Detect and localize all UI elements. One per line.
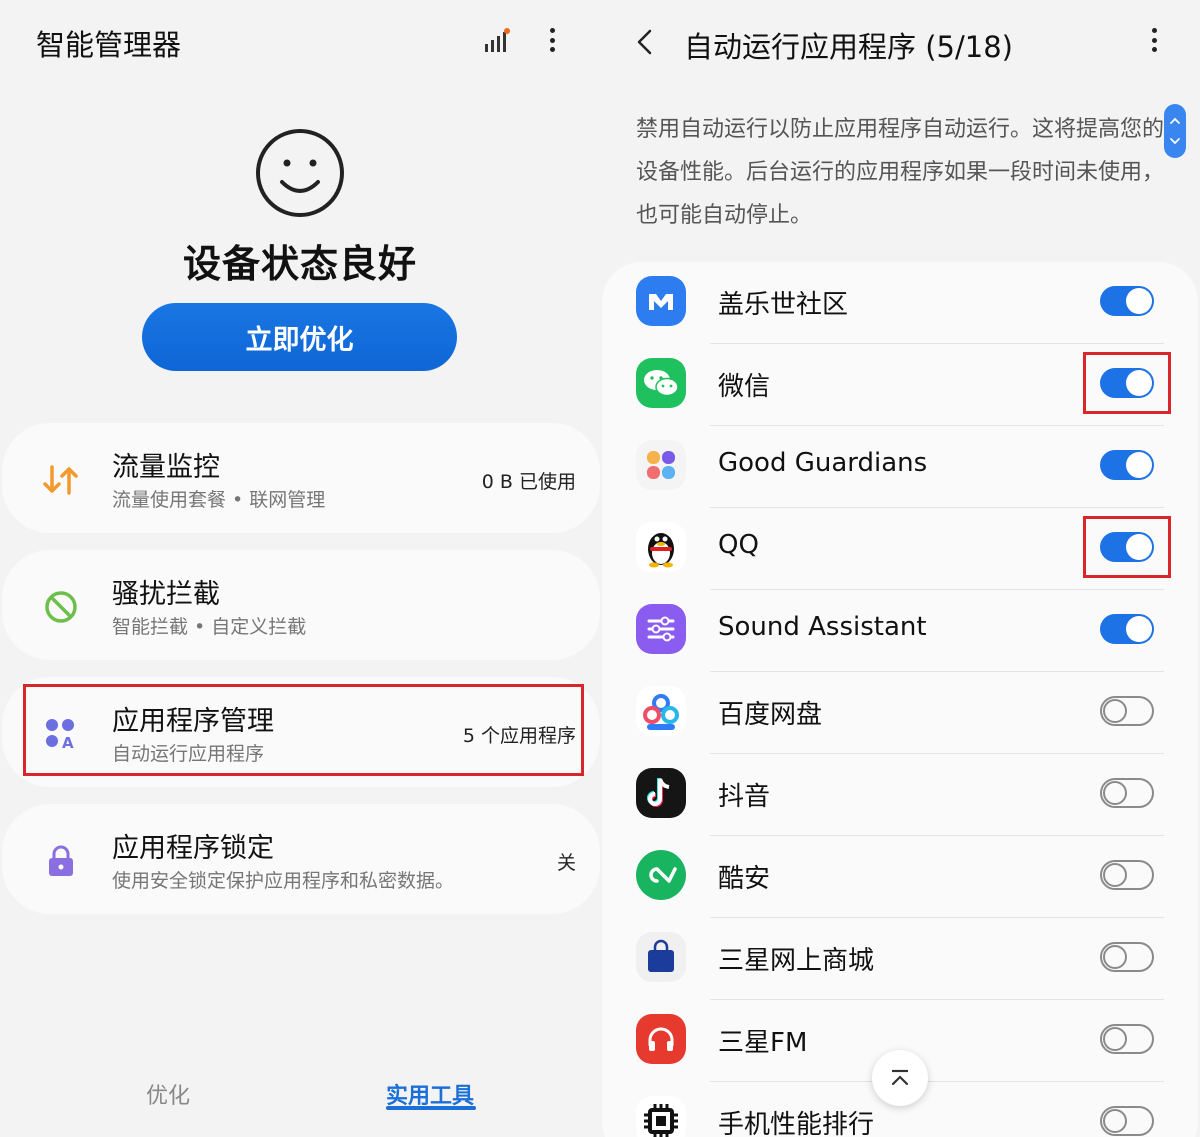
list-item[interactable]: 酷安 — [602, 836, 1198, 918]
list-item[interactable]: 百度网盘 — [602, 672, 1198, 754]
active-tab-indicator — [386, 1106, 476, 1110]
chip-icon — [636, 1096, 686, 1137]
more-options-icon[interactable] — [538, 24, 566, 60]
app-name: 百度网盘 — [718, 700, 823, 730]
smiley-face-icon — [255, 128, 345, 222]
app-name: Good Guardians — [718, 448, 928, 478]
app-name: 抖音 — [718, 782, 771, 812]
lock-icon — [40, 840, 82, 882]
data-arrows-icon — [40, 459, 82, 501]
autorun-toggle[interactable] — [1100, 860, 1154, 890]
spam-block-card[interactable]: 骚扰拦截 智能拦截 • 自定义拦截 — [2, 550, 600, 660]
data-monitor-card[interactable]: 流量监控 流量使用套餐 • 联网管理 0 B 已使用 — [2, 423, 600, 533]
list-item[interactable]: 盖乐世社区 — [602, 262, 1198, 344]
description-text: 禁用自动运行以防止应用程序自动运行。这将提高您的设备性能。后台运行的应用程序如果… — [636, 117, 1165, 228]
app-name: 三星FM — [718, 1028, 808, 1058]
highlight-box — [1083, 352, 1171, 414]
card-title: 应用程序锁定 — [112, 833, 274, 864]
douyin-icon — [636, 768, 686, 818]
card-subtitle: 使用安全锁定保护应用程序和私密数据。 — [112, 870, 455, 892]
app-name: QQ — [718, 530, 759, 560]
autorun-toggle[interactable] — [1100, 1024, 1154, 1054]
autorun-toggle[interactable] — [1100, 450, 1154, 480]
page-title: 自动运行应用程序 (5/18) — [684, 30, 1013, 64]
app-name: 盖乐世社区 — [718, 290, 849, 320]
signal-stats-icon[interactable] — [482, 28, 510, 54]
app-lock-card[interactable]: 应用程序锁定 使用安全锁定保护应用程序和私密数据。 关 — [2, 804, 600, 914]
sliders-icon — [636, 604, 686, 654]
scroll-indicator-icon[interactable] — [1164, 104, 1186, 158]
card-subtitle: 流量使用套餐 • 联网管理 — [112, 489, 326, 511]
app-name: 酷安 — [718, 864, 771, 894]
scroll-to-top-button[interactable] — [872, 1050, 928, 1106]
autorun-toggle[interactable] — [1100, 778, 1154, 808]
app-name: 三星网上商城 — [718, 946, 875, 976]
back-arrow-icon[interactable] — [634, 28, 656, 56]
smart-manager-panel: 智能管理器 设备状态良好 立即优化 流量监控 流量使用套餐 • 联网管理 0 B… — [0, 0, 600, 1137]
coolapk-icon — [636, 850, 686, 900]
card-value: 0 B 已使用 — [481, 471, 576, 493]
autorun-toggle[interactable] — [1100, 696, 1154, 726]
chevron-up-icon — [891, 1069, 909, 1086]
autorun-toggle[interactable] — [1100, 1106, 1154, 1136]
card-title: 骚扰拦截 — [112, 579, 220, 610]
optimize-now-button[interactable]: 立即优化 — [142, 303, 457, 371]
highlight-box — [23, 684, 584, 776]
card-subtitle: 智能拦截 • 自定义拦截 — [112, 616, 307, 638]
autorun-toggle[interactable] — [1100, 942, 1154, 972]
app-title: 智能管理器 — [36, 28, 182, 62]
app-name: 微信 — [718, 372, 771, 402]
headphones-icon — [636, 1014, 686, 1064]
list-item[interactable]: Good Guardians — [602, 426, 1198, 508]
more-options-icon[interactable] — [1140, 24, 1168, 60]
autorun-toggle[interactable] — [1100, 614, 1154, 644]
card-value: 关 — [556, 852, 576, 874]
list-item[interactable]: 抖音 — [602, 754, 1198, 836]
autorun-apps-panel: 自动运行应用程序 (5/18) 禁用自动运行以防止应用程序自动运行。这将提高您的… — [600, 0, 1200, 1137]
highlight-box — [1083, 516, 1171, 578]
list-item[interactable]: Sound Assistant — [602, 590, 1198, 672]
app-name: 手机性能排行 — [718, 1110, 875, 1137]
bottom-tabs: 优化 实用工具 — [0, 1072, 600, 1122]
device-status-text: 设备状态良好 — [182, 242, 417, 286]
shopping-bag-icon — [636, 932, 686, 982]
wechat-icon — [636, 358, 686, 408]
list-item[interactable]: 三星网上商城 — [602, 918, 1198, 1000]
tab-optimize[interactable]: 优化 — [146, 1078, 190, 1110]
qq-penguin-icon — [636, 522, 686, 572]
good-guardians-icon — [636, 440, 686, 490]
card-title: 流量监控 — [112, 452, 220, 483]
app-name: Sound Assistant — [718, 612, 927, 642]
baidu-netdisk-icon — [636, 686, 686, 736]
autorun-toggle[interactable] — [1100, 286, 1154, 316]
samsung-members-icon — [636, 276, 686, 326]
block-icon — [40, 586, 82, 628]
